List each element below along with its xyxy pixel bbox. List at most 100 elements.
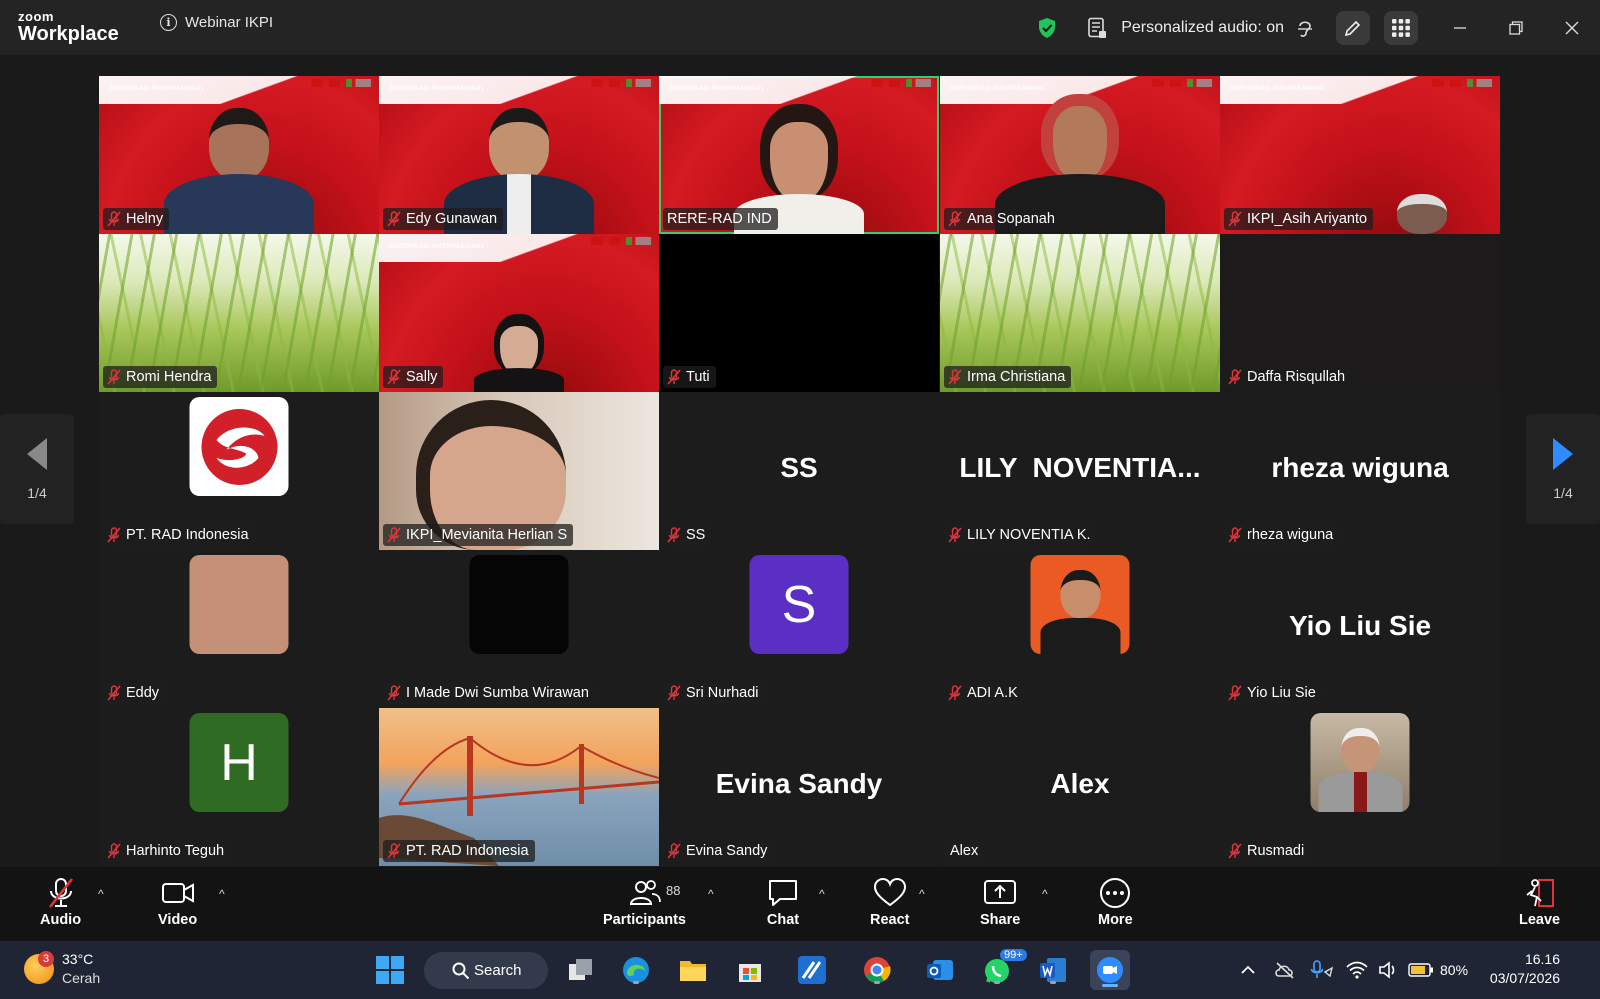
gallery-view: SERTIFIKASI INTERNASIONAL : Helny SERTIF…	[0, 55, 1600, 867]
outlook-icon[interactable]	[923, 953, 957, 987]
mic-off-icon	[948, 527, 962, 543]
ear-icon[interactable]	[1296, 17, 1314, 39]
participant-tile[interactable]: LILY NOVENTIA... LILY NOVENTIA K.	[940, 392, 1220, 550]
weather-badge: 3	[38, 951, 54, 967]
audio-button[interactable]: Audio	[40, 877, 81, 928]
avatar	[469, 555, 569, 654]
participant-tile[interactable]: Daffa Risqullah	[1220, 234, 1500, 392]
participant-tile[interactable]: SERTIFIKASI INTERNASIONAL : Sally	[379, 234, 659, 392]
react-button[interactable]: React	[870, 877, 910, 928]
participant-tile[interactable]: SERTIFIKASI INTERNASIONAL : Edy Gunawan	[379, 76, 659, 234]
personalized-audio-status[interactable]: Personalized audio: on	[1121, 19, 1284, 37]
restore-button[interactable]	[1488, 0, 1544, 55]
participant-name: Yio Liu Sie	[1224, 682, 1322, 704]
participant-tile[interactable]: Eddy	[99, 550, 379, 708]
video-options-caret[interactable]: ^	[219, 887, 225, 901]
apps-grid-button[interactable]	[1384, 10, 1418, 45]
mic-off-icon	[387, 369, 401, 385]
avatar-letter: S	[749, 555, 849, 654]
participant-tile[interactable]: S Sri Nurhadi	[659, 550, 939, 708]
transcript-icon[interactable]	[1087, 17, 1107, 39]
app-icon-blue[interactable]	[795, 953, 829, 987]
participant-tile[interactable]: Yio Liu Sie Yio Liu Sie	[1220, 550, 1500, 708]
participant-name: Ana Sopanah	[944, 208, 1061, 230]
chat-options-caret[interactable]: ^	[819, 887, 825, 901]
clock[interactable]: 16.16 03/07/2026	[1490, 950, 1560, 988]
participant-tile[interactable]: SERTIFIKASI INTERNASIONAL : Helny	[99, 76, 379, 234]
wifi-icon[interactable]	[1346, 961, 1368, 979]
weather-widget[interactable]: 3 33°C Cerah	[24, 950, 100, 988]
mic-off-icon	[107, 211, 121, 227]
video-camera-icon	[161, 883, 194, 903]
participant-tile[interactable]: Alex Alex	[940, 708, 1220, 866]
more-button[interactable]: More	[1098, 877, 1133, 928]
participant-tile[interactable]: PT. RAD Indonesia	[379, 708, 659, 866]
next-page-button[interactable]: 1/4	[1526, 414, 1600, 524]
participant-video	[164, 108, 314, 234]
meeting-controls: Audio ^ Video ^ Participants 88 ^ Chat ^…	[0, 867, 1600, 941]
participant-tile[interactable]: PT. RAD Indonesia	[99, 392, 379, 550]
participant-tile[interactable]: Rusmadi	[1220, 708, 1500, 866]
file-explorer-icon[interactable]	[676, 953, 710, 987]
participant-tile[interactable]: ADI A.K	[940, 550, 1220, 708]
taskbar-search[interactable]: Search	[424, 952, 548, 989]
participants-options-caret[interactable]: ^	[708, 887, 714, 901]
participant-tile[interactable]: Irma Christiana	[940, 234, 1220, 392]
previous-page-button[interactable]: 1/4	[0, 414, 74, 524]
chrome-icon[interactable]	[860, 953, 894, 987]
whatsapp-icon[interactable]: 99+	[980, 949, 1027, 987]
participant-tile-active-speaker[interactable]: SERTIFIKASI INTERNASIONAL : RERE-RAD IND	[659, 76, 939, 234]
task-view-icon[interactable]	[564, 953, 598, 987]
microsoft-store-icon[interactable]	[733, 953, 767, 987]
chat-button[interactable]: Chat	[766, 877, 800, 928]
close-icon	[1565, 21, 1579, 34]
participant-name: Sally	[383, 366, 444, 388]
participant-tile[interactable]: Tuti	[659, 234, 939, 392]
participant-display-name: LILY NOVENTIA...	[959, 452, 1201, 483]
edge-browser-icon[interactable]	[619, 953, 653, 987]
participant-name: rheza wiguna	[1224, 524, 1340, 546]
rad-logo-avatar	[189, 397, 289, 496]
leave-button[interactable]: Leave	[1519, 877, 1560, 928]
chevron-up-icon[interactable]	[1240, 962, 1256, 978]
mic-off-icon	[667, 527, 681, 543]
audio-options-caret[interactable]: ^	[98, 887, 104, 901]
cloud-offline-icon[interactable]	[1274, 961, 1296, 979]
react-options-caret[interactable]: ^	[919, 887, 925, 901]
meeting-info[interactable]: i Webinar IKPI	[160, 14, 273, 31]
close-button[interactable]	[1544, 0, 1600, 55]
mic-off-icon	[107, 369, 121, 385]
mic-in-use-icon[interactable]	[1310, 960, 1334, 980]
word-icon[interactable]	[1036, 953, 1070, 987]
participant-tile[interactable]: I Made Dwi Sumba Wirawan	[379, 550, 659, 708]
mic-off-icon	[1228, 369, 1242, 385]
participant-tile[interactable]: H Harhinto Teguh	[99, 708, 379, 866]
participant-tile[interactable]: SS SS	[659, 392, 939, 550]
system-tray: 80%	[1240, 957, 1468, 983]
participant-tile[interactable]: SERTIFIKASI INTERNASIONAL : IKPI_Asih Ar…	[1220, 76, 1500, 234]
participant-tile[interactable]: Romi Hendra	[99, 234, 379, 392]
participant-tile[interactable]: IKPI_Mevianita Herlian S	[379, 392, 659, 550]
battery-icon[interactable]	[1408, 963, 1434, 977]
speaker-icon[interactable]	[1378, 961, 1398, 979]
info-icon[interactable]: i	[160, 14, 177, 31]
participant-count: 88	[666, 883, 681, 898]
video-button[interactable]: Video	[158, 877, 197, 928]
mic-off-icon	[667, 369, 681, 385]
mic-off-icon	[387, 685, 401, 701]
share-options-caret[interactable]: ^	[1042, 887, 1048, 901]
minimize-button[interactable]	[1432, 0, 1488, 55]
zoom-app-icon[interactable]	[1090, 950, 1130, 990]
participant-tile[interactable]: rheza wiguna rheza wiguna	[1220, 392, 1500, 550]
participant-tile[interactable]: Evina Sandy Evina Sandy	[659, 708, 939, 866]
share-button[interactable]: Share	[980, 877, 1020, 928]
security-shield-icon[interactable]	[1037, 17, 1057, 39]
chat-bubble-icon	[769, 880, 797, 906]
participant-tile[interactable]: SERTIFIKASI INTERNASIONAL : Ana Sopanah	[940, 76, 1220, 234]
participant-name: IKPI_Asih Ariyanto	[1224, 208, 1374, 230]
start-button[interactable]	[373, 953, 407, 987]
avatar-photo	[1310, 713, 1410, 812]
avatar-letter: H	[189, 713, 289, 812]
annotate-pencil-button[interactable]	[1336, 10, 1370, 45]
participant-name: Romi Hendra	[103, 366, 218, 388]
